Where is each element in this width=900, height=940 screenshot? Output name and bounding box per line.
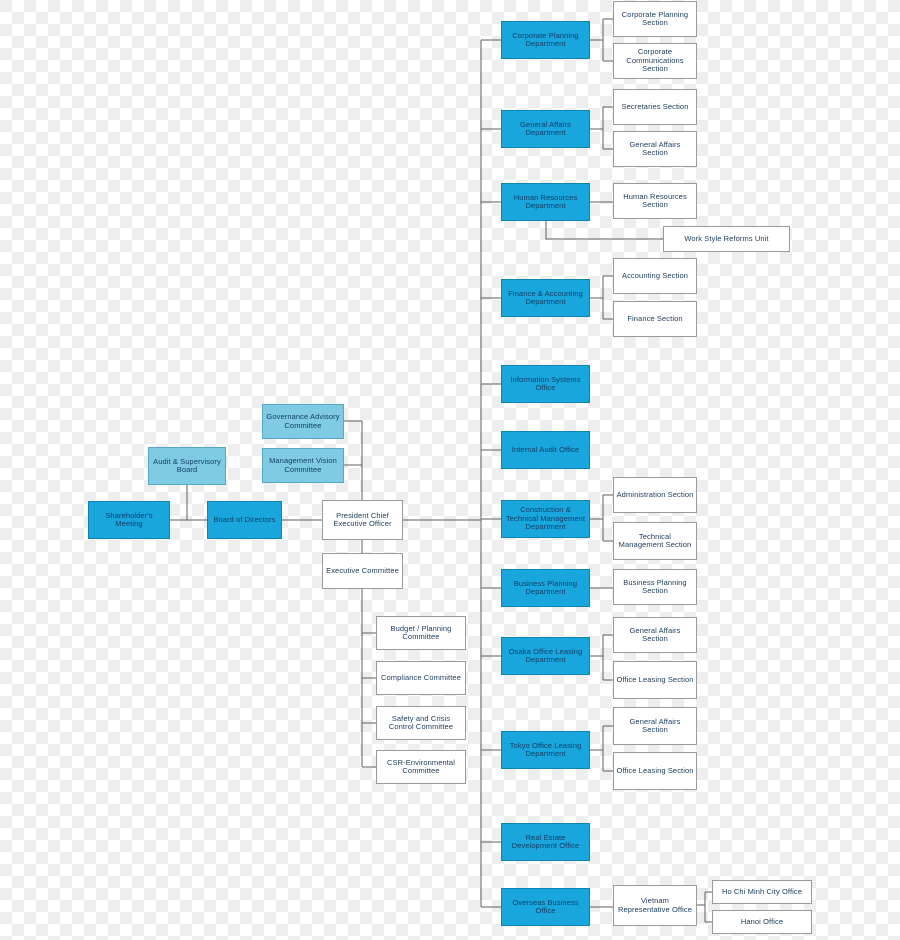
node-budget_planning_committee[interactable]: Budget / Planning Committee: [376, 616, 466, 650]
node-vietnam_representative_office[interactable]: Vietnam Representative Office: [613, 885, 697, 926]
node-secretaries_section[interactable]: Secretaries Section: [613, 89, 697, 125]
node-internal_audit_office[interactable]: Internal Audit Office: [501, 431, 590, 469]
connector-tokyo-branch: [590, 725, 613, 772]
connector-ga-branch: [590, 106, 613, 150]
connector-vietnam-branch: [697, 891, 712, 923]
node-safety_crisis_control_committee[interactable]: Safety and Crisis Control Committee: [376, 706, 466, 740]
node-office_leasing_section_2[interactable]: Office Leasing Section: [613, 752, 697, 790]
node-human_resources_department[interactable]: Human Resources Department: [501, 183, 590, 221]
node-general_affairs_section_1[interactable]: General Affairs Section: [613, 131, 697, 167]
node-technical_management_section[interactable]: Technical Management Section: [613, 522, 697, 560]
node-corporate_planning_department[interactable]: Corporate Planning Department: [501, 21, 590, 59]
node-general_affairs_department[interactable]: General Affairs Department: [501, 110, 590, 148]
node-information_systems_office[interactable]: Information Systems Office: [501, 365, 590, 403]
node-management_vision_committee[interactable]: Management Vision Committee: [262, 448, 344, 483]
node-corporate_communications_section[interactable]: Corporate Communications Section: [613, 43, 697, 79]
node-business_planning_department[interactable]: Business Planning Department: [501, 569, 590, 607]
node-administration_section[interactable]: Administration Section: [613, 477, 697, 513]
node-ho_chi_minh_city_office[interactable]: Ho Chi Minh City Office: [712, 880, 812, 904]
node-osaka_office_leasing_department[interactable]: Osaka Office Leasing Department: [501, 637, 590, 675]
node-construction_technical_management_department[interactable]: Construction & Technical Management Depa…: [501, 500, 590, 538]
node-executive_committee[interactable]: Executive Committee: [322, 553, 403, 589]
node-accounting_section[interactable]: Accounting Section: [613, 258, 697, 294]
node-hanoi_office[interactable]: Hanoi Office: [712, 910, 812, 934]
node-shareholders_meeting[interactable]: Shareholder's Meeting: [88, 501, 170, 539]
connector-governance-to-spine: [344, 420, 363, 500]
node-overseas_business_office[interactable]: Overseas Business Office: [501, 888, 590, 926]
node-office_leasing_section_1[interactable]: Office Leasing Section: [613, 661, 697, 699]
node-finance_accounting_department[interactable]: Finance & Accounting Department: [501, 279, 590, 317]
connector-fa-branch: [590, 275, 613, 320]
node-compliance_committee[interactable]: Compliance Committee: [376, 661, 466, 695]
node-president_ceo[interactable]: President Chief Executive Officer: [322, 500, 403, 540]
node-work_style_reforms_unit[interactable]: Work Style Reforms Unit: [663, 226, 790, 252]
node-finance_section[interactable]: Finance Section: [613, 301, 697, 337]
node-board_of_directors[interactable]: Board of Directors: [207, 501, 282, 539]
node-corporate_planning_section[interactable]: Corporate Planning Section: [613, 1, 697, 37]
organization-chart: Shareholder's Meeting Board of Directors A…: [0, 0, 900, 940]
node-general_affairs_section_3[interactable]: General Affairs Section: [613, 707, 697, 745]
node-audit_supervisory_board[interactable]: Audit & Supervisory Board: [148, 447, 226, 485]
connector-ctm-branch: [590, 494, 613, 542]
node-csr_environmental_committee[interactable]: CSR-Environmental Committee: [376, 750, 466, 784]
node-human_resources_section[interactable]: Human Resources Section: [613, 183, 697, 219]
node-business_planning_section[interactable]: Business Planning Section: [613, 569, 697, 605]
connector-lines: [170, 18, 712, 923]
node-real_estate_development_office[interactable]: Real Estate Development Office: [501, 823, 590, 861]
connector-osaka-branch: [590, 634, 613, 681]
connector-cp-branch: [590, 18, 613, 62]
node-governance_advisory_committee[interactable]: Governance Advisory Committee: [262, 404, 344, 439]
node-general_affairs_section_2[interactable]: General Affairs Section: [613, 617, 697, 653]
node-tokyo_office_leasing_department[interactable]: Tokyo Office Leasing Department: [501, 731, 590, 769]
